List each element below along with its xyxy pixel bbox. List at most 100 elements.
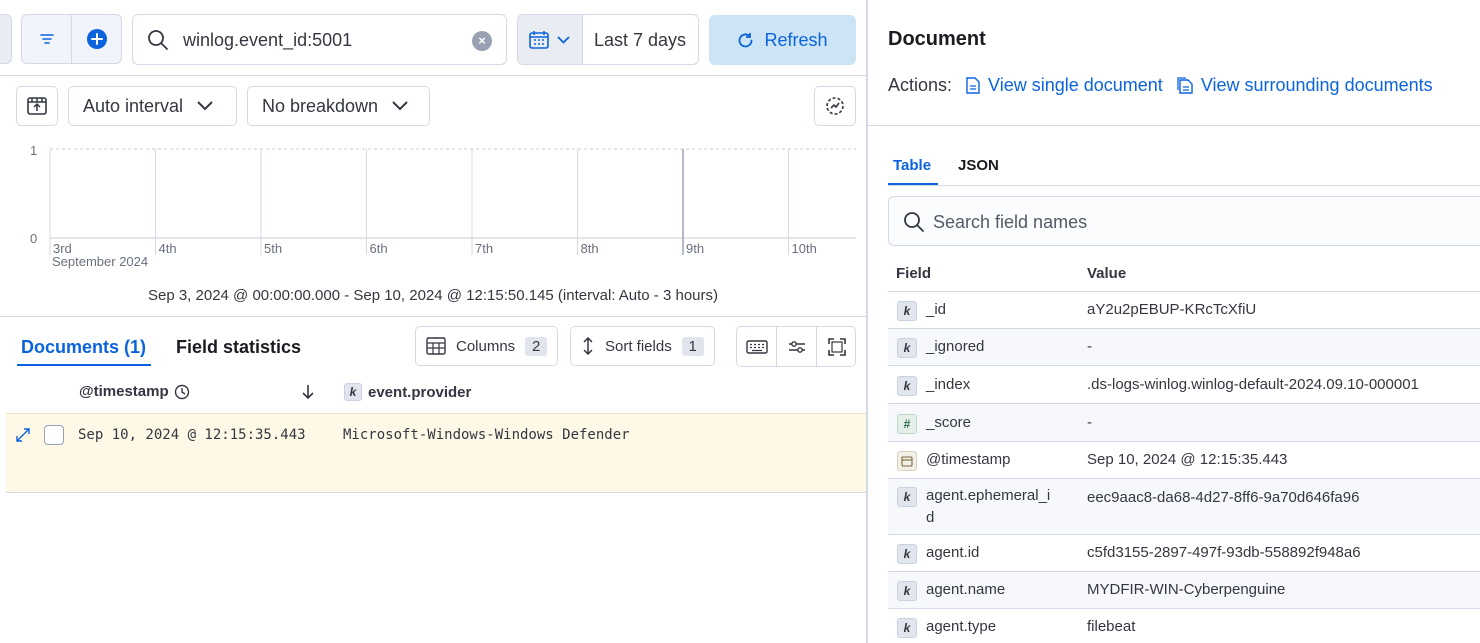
divider	[888, 185, 1480, 186]
row-checkbox[interactable]	[44, 425, 64, 445]
field-name: @timestamp	[926, 451, 1011, 468]
view-surrounding-documents-link[interactable]: View surrounding documents	[1177, 75, 1433, 96]
add-filter-button[interactable]	[72, 15, 122, 63]
fullscreen-icon	[827, 337, 846, 356]
column-header-value: Value	[1087, 265, 1127, 282]
field-row[interactable]: # _score -	[888, 403, 1480, 441]
column-header-field: Field	[896, 265, 932, 282]
refresh-label: Refresh	[764, 29, 828, 50]
field-name: _ignored	[926, 338, 985, 355]
number-type-icon: #	[897, 414, 917, 434]
field-search-input[interactable]: Search field names	[888, 196, 1480, 246]
tab-documents-underline	[17, 364, 151, 366]
x-axis-sublabel: September 2024	[52, 254, 149, 269]
field-row[interactable]: k _id aY2u2pEBUP-KRcTcXfiU	[888, 291, 1480, 328]
interval-select[interactable]: Auto interval	[68, 86, 237, 126]
field-name: _id	[926, 301, 947, 318]
column-header-provider[interactable]: k event.provider	[344, 383, 471, 401]
field-row[interactable]: k _index .ds-logs-winlog.winlog-default-20…	[888, 365, 1480, 403]
field-name: _index	[926, 376, 971, 393]
keyword-type-icon: k	[897, 618, 917, 638]
display-settings-button[interactable]	[777, 327, 817, 366]
plus-circle-icon	[87, 29, 107, 49]
field-name: _score	[926, 414, 972, 431]
field-value: -	[1087, 414, 1092, 431]
field-value: filebeat	[1087, 618, 1136, 635]
left-edge-button[interactable]	[0, 14, 12, 64]
document-flyout: Document Actions: View single document V…	[868, 0, 1480, 643]
divider	[0, 316, 866, 317]
sort-count-badge: 1	[681, 336, 704, 356]
keyword-type-icon: k	[897, 301, 917, 321]
row-timestamp: Sep 10, 2024 @ 12:15:35.443	[78, 427, 306, 443]
x-tick-label: 8th	[581, 241, 599, 256]
clock-icon	[174, 384, 189, 399]
breakdown-select[interactable]: No breakdown	[247, 86, 430, 126]
discover-main-panel: winlog.event_id:5001 × Last 7 days Refre…	[0, 0, 866, 643]
chevron-down-icon	[557, 36, 570, 44]
field-row[interactable]: k agent.type filebeat	[888, 608, 1480, 643]
field-row[interactable]: k agent.ephemeral_i d eec9aac8-da68-4d27-8…	[888, 478, 1480, 534]
divider	[0, 75, 866, 76]
keyboard-shortcuts-button[interactable]	[737, 327, 777, 366]
chart-options-button[interactable]	[814, 86, 856, 126]
field-value: eec9aac8-da68-4d27-8ff6-9a70d646fa96	[1087, 489, 1360, 506]
flyout-title: Document	[888, 28, 986, 50]
field-search-placeholder: Search field names	[933, 212, 1088, 232]
field-row[interactable]: k agent.name MYDFIR-WIN-Cyberpenguine	[888, 571, 1480, 608]
keyword-type-icon: k	[897, 581, 917, 601]
filter-menu-button[interactable]	[22, 15, 72, 63]
quick-select-button[interactable]	[518, 15, 583, 64]
columns-button[interactable]: Columns 2	[415, 326, 559, 366]
x-tick-label: 4th	[159, 241, 177, 256]
x-tick-label: 7th	[475, 241, 493, 256]
actions-label: Actions:	[888, 75, 953, 95]
search-icon	[904, 212, 924, 232]
tab-field-statistics[interactable]: Field statistics	[176, 337, 301, 358]
visualize-icon	[826, 97, 844, 115]
column-header-timestamp[interactable]: @timestamp	[79, 383, 190, 400]
date-picker[interactable]: Last 7 days	[517, 14, 699, 65]
refresh-icon	[739, 32, 753, 47]
sort-descending-icon[interactable]	[300, 384, 316, 400]
tab-documents[interactable]: Documents (1)	[21, 337, 146, 358]
chevron-down-icon	[197, 101, 213, 111]
table-row[interactable]: Sep 10, 2024 @ 12:15:35.443 Microsoft-Wi…	[6, 413, 866, 493]
sort-fields-button[interactable]: Sort fields 1	[570, 326, 715, 366]
field-name: agent.id	[926, 544, 980, 561]
breakdown-label: No breakdown	[262, 95, 379, 116]
field-row[interactable]: @timestamp Sep 10, 2024 @ 12:15:35.443	[888, 441, 1480, 478]
grid-display-group	[736, 326, 856, 367]
tab-json[interactable]: JSON	[958, 157, 999, 174]
tab-table[interactable]: Table	[893, 157, 931, 174]
date-range-label: Last 7 days	[594, 30, 687, 50]
field-name: agent.type	[926, 618, 997, 635]
keyword-type-icon: k	[897, 544, 917, 564]
field-value: -	[1087, 338, 1092, 355]
sort-icon	[583, 337, 593, 355]
search-icon	[148, 30, 168, 50]
query-search-input[interactable]: winlog.event_id:5001 ×	[132, 14, 507, 65]
x-tick-label: 10th	[792, 241, 817, 256]
field-row[interactable]: k agent.id c5fd3155-2897-497f-93db-558892f…	[888, 534, 1480, 571]
histogram-chart: 1 0 3rd 4th 5th 6th 7th 8th 9th 10th September …	[0, 140, 866, 270]
query-text: winlog.event_id:5001	[183, 30, 353, 50]
column-header-timestamp-label: @timestamp	[79, 383, 169, 400]
field-value: c5fd3155-2897-497f-93db-558892f948a6	[1087, 544, 1361, 561]
table-icon	[426, 337, 446, 355]
toggle-chart-button[interactable]	[16, 86, 58, 126]
document-icon	[966, 77, 980, 94]
field-row[interactable]: k _ignored -	[888, 328, 1480, 365]
x-tick-label: 9th	[686, 241, 704, 256]
refresh-button[interactable]: Refresh	[709, 15, 856, 65]
flyout-actions: Actions: View single document View surro…	[888, 75, 1433, 96]
query-menu-group	[21, 14, 122, 64]
clear-icon[interactable]: ×	[472, 31, 492, 51]
fullscreen-button[interactable]	[817, 327, 856, 366]
view-single-document-link[interactable]: View single document	[966, 75, 1163, 96]
date-type-icon	[897, 451, 917, 471]
keyword-type-icon: k	[897, 376, 917, 396]
field-name: agent.name	[926, 581, 1006, 598]
divider	[868, 125, 1480, 126]
expand-document-icon[interactable]	[15, 427, 31, 443]
